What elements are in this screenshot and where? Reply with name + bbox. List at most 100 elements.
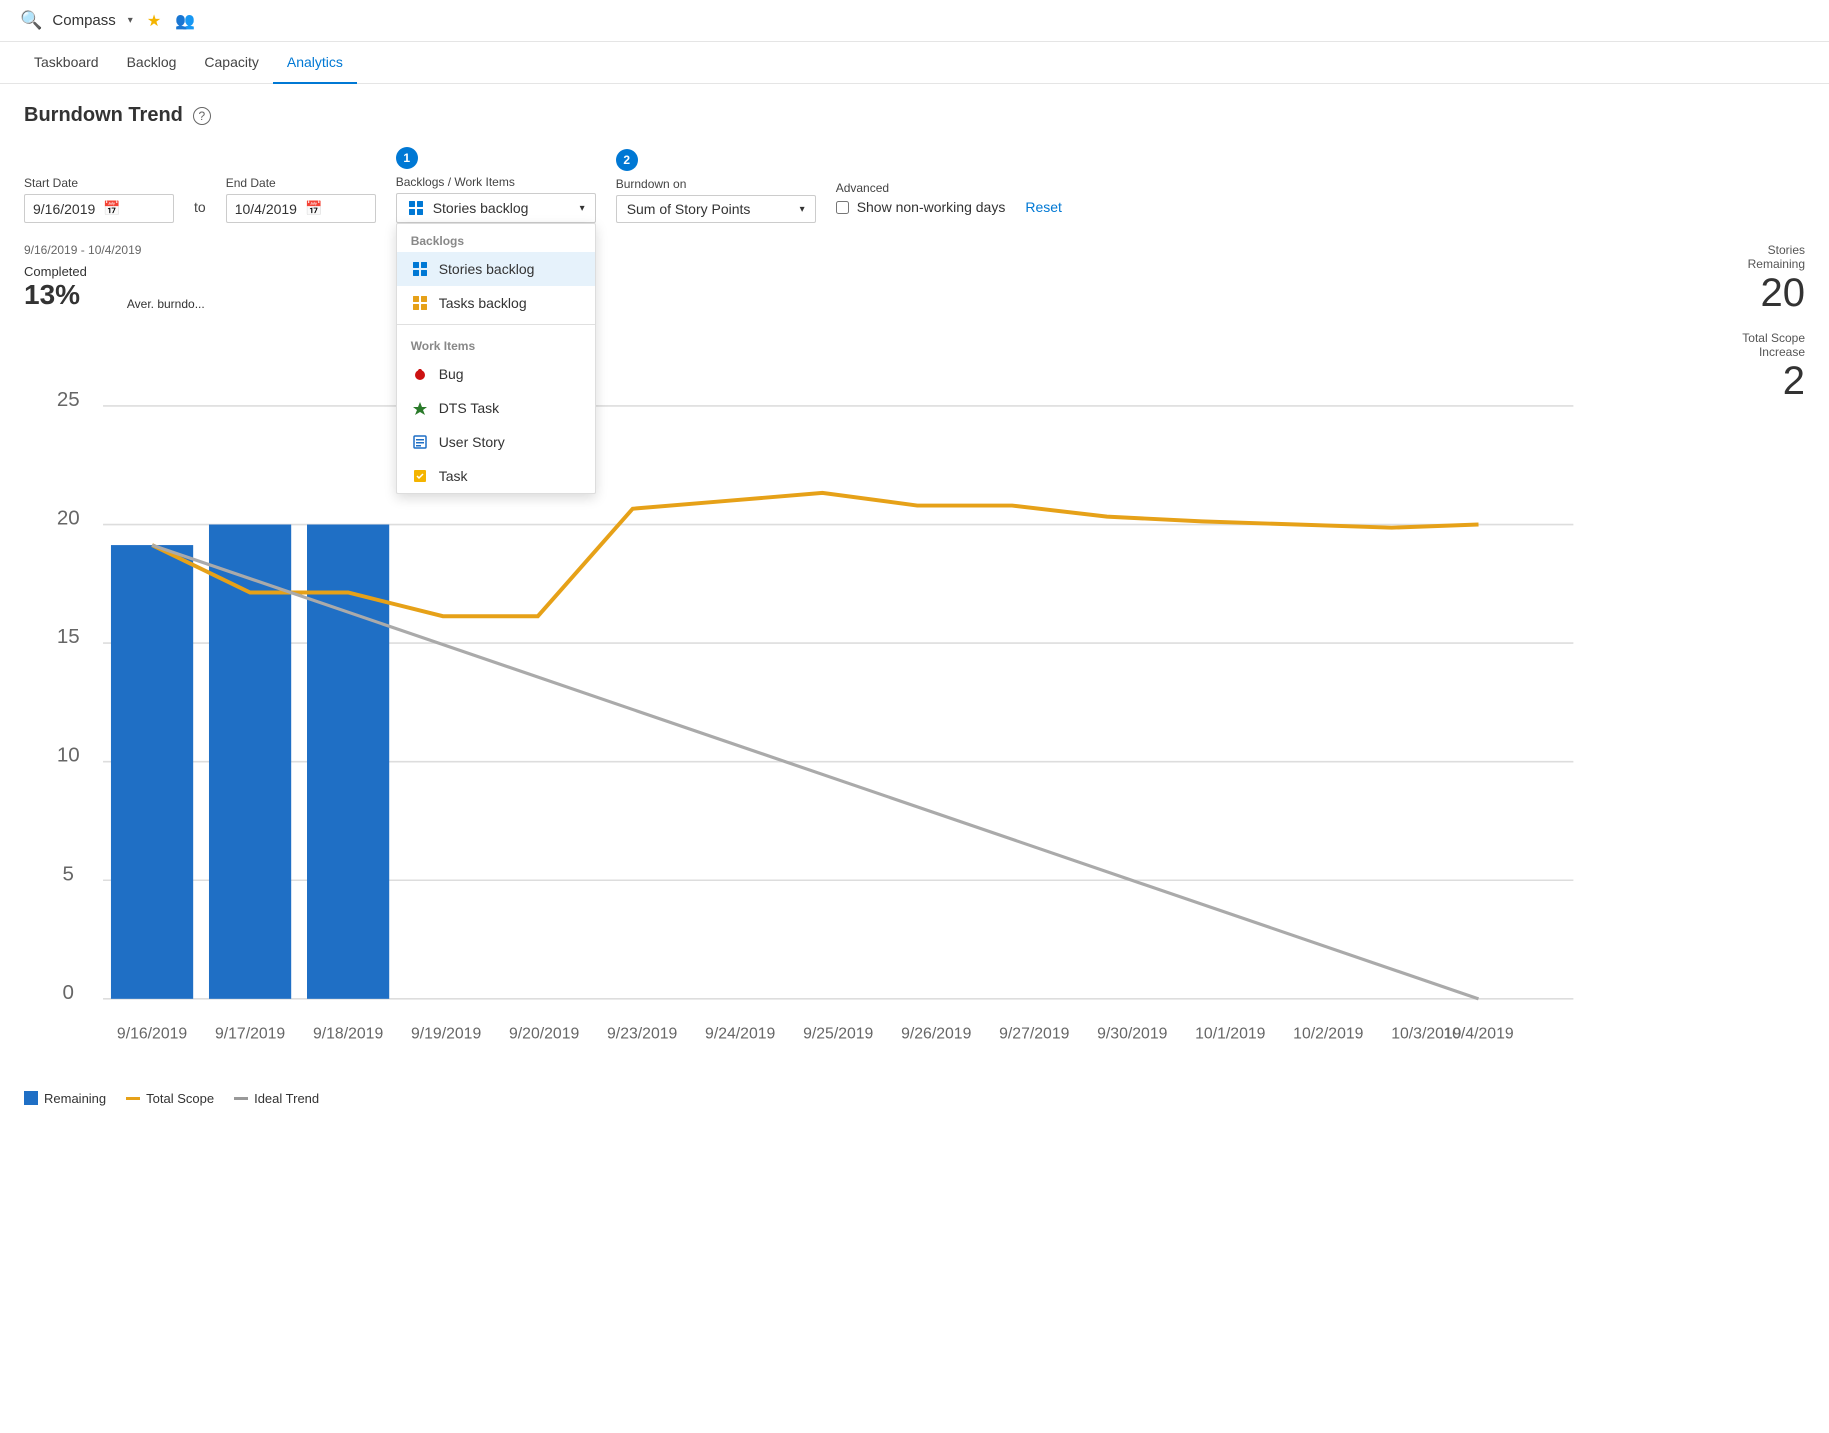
calendar-icon-end[interactable]: 📅 [305, 200, 367, 217]
burndown-on-dropdown[interactable]: Sum of Story Points ▾ [616, 195, 816, 223]
legend-remaining: Remaining [24, 1091, 106, 1106]
tasks-backlog-icon [411, 294, 429, 312]
user-icon[interactable]: 👥 [175, 11, 195, 31]
top-bar: 🔍 Compass ▾ ★ 👥 [0, 0, 1829, 42]
help-icon[interactable]: ? [193, 107, 211, 125]
start-date-label: Start Date [24, 176, 174, 190]
chart-stats: Stories Remaining 20 Total Scope Increas… [1625, 243, 1805, 1106]
app-name: Compass [52, 12, 115, 29]
show-nonworking-checkbox[interactable] [836, 201, 849, 214]
tab-backlog[interactable]: Backlog [113, 42, 191, 84]
stories-backlog-label: Stories backlog [439, 261, 535, 277]
task-icon [411, 467, 429, 485]
chart-area: 9/16/2019 - 10/4/2019 Completed 13% Aver… [24, 243, 1805, 1106]
chart-svg-container: 0 5 10 15 20 25 [24, 319, 1605, 1081]
dropdown-item-tasks-backlog[interactable]: Tasks backlog [397, 286, 595, 320]
svg-text:9/23/2019: 9/23/2019 [607, 1025, 677, 1042]
svg-text:9/26/2019: 9/26/2019 [901, 1025, 971, 1042]
dropdown-item-bug[interactable]: Bug [397, 357, 595, 391]
dropdown-item-task[interactable]: Task [397, 459, 595, 493]
svg-text:0: 0 [63, 981, 74, 1004]
user-story-icon [411, 433, 429, 451]
step2-badge: 2 [616, 149, 638, 171]
svg-text:10/1/2019: 10/1/2019 [1195, 1025, 1265, 1042]
nav-tabs: Taskboard Backlog Capacity Analytics [0, 42, 1829, 84]
svg-text:15: 15 [57, 625, 80, 648]
dropdown-divider [397, 324, 595, 325]
burndown-on-label: Burndown on [616, 177, 816, 191]
total-scope-block: Total Scope Increase 2 [1625, 331, 1805, 403]
chart-legend: Remaining Total Scope Ideal Trend [24, 1091, 1605, 1106]
chart-main: 9/16/2019 - 10/4/2019 Completed 13% Aver… [24, 243, 1605, 1106]
legend-ideal-trend: Ideal Trend [234, 1091, 319, 1106]
svg-text:9/24/2019: 9/24/2019 [705, 1025, 775, 1042]
dropdown-item-stories-backlog[interactable]: Stories backlog [397, 252, 595, 286]
dropdown-item-user-story[interactable]: User Story [397, 425, 595, 459]
legend-total-scope-label: Total Scope [146, 1091, 214, 1106]
svg-text:9/20/2019: 9/20/2019 [509, 1025, 579, 1042]
show-nonworking-label: Show non-working days [857, 199, 1006, 215]
stories-remaining-value: 20 [1625, 271, 1805, 315]
svg-text:25: 25 [57, 388, 80, 411]
burndown-on-value: Sum of Story Points [627, 201, 751, 217]
end-date-value: 10/4/2019 [235, 201, 297, 217]
chevron-icon[interactable]: ▾ [128, 15, 133, 26]
svg-text:9/16/2019: 9/16/2019 [117, 1025, 187, 1042]
bug-icon [411, 365, 429, 383]
total-scope-increase-label: Total Scope Increase [1625, 331, 1805, 359]
svg-text:9/19/2019: 9/19/2019 [411, 1025, 481, 1042]
legend-remaining-color [24, 1091, 38, 1105]
legend-ideal-trend-color [234, 1097, 248, 1100]
bar-9-17 [209, 525, 291, 999]
dts-task-label: DTS Task [439, 400, 499, 416]
start-date-group: Start Date 9/16/2019 📅 [24, 176, 174, 223]
svg-text:10/4/2019: 10/4/2019 [1443, 1025, 1513, 1042]
svg-text:10: 10 [57, 744, 80, 767]
end-date-group: End Date 10/4/2019 📅 [226, 176, 376, 223]
dropdown-item-dts-task[interactable]: DTS Task [397, 391, 595, 425]
work-items-section-label: Work Items [397, 329, 595, 357]
svg-text:9/17/2019: 9/17/2019 [215, 1025, 285, 1042]
backlog-grid-icon [407, 199, 425, 217]
backlogs-dropdown-btn[interactable]: Stories backlog ▾ [396, 193, 596, 223]
backlogs-chevron-icon: ▾ [580, 203, 585, 214]
bug-label: Bug [439, 366, 464, 382]
stories-remaining-label: Stories Remaining [1625, 243, 1805, 271]
backlogs-dropdown-wrapper: Stories backlog ▾ Backlogs [396, 193, 596, 223]
calendar-icon-start[interactable]: 📅 [103, 200, 165, 217]
tab-taskboard[interactable]: Taskboard [20, 42, 113, 84]
controls-row: Start Date 9/16/2019 📅 to End Date 10/4/… [24, 147, 1805, 223]
end-date-input[interactable]: 10/4/2019 📅 [226, 194, 376, 223]
app-icon: 🔍 [20, 10, 42, 31]
star-icon[interactable]: ★ [147, 11, 161, 31]
show-nonworking-group: Show non-working days [836, 199, 1006, 223]
bar-9-18 [307, 525, 389, 999]
svg-text:20: 20 [57, 507, 80, 530]
advanced-control: Advanced Show non-working days [836, 181, 1006, 223]
task-label: Task [439, 468, 468, 484]
end-date-label: End Date [226, 176, 376, 190]
dts-task-icon [411, 399, 429, 417]
tab-capacity[interactable]: Capacity [190, 42, 272, 84]
tab-analytics[interactable]: Analytics [273, 42, 357, 84]
legend-remaining-label: Remaining [44, 1091, 106, 1106]
reset-button[interactable]: Reset [1025, 199, 1062, 223]
backlogs-section-label: Backlogs [397, 224, 595, 252]
svg-text:10/2/2019: 10/2/2019 [1293, 1025, 1363, 1042]
total-scope-value: 2 [1625, 359, 1805, 403]
chart-svg: 0 5 10 15 20 25 [24, 319, 1605, 1078]
svg-text:9/18/2019: 9/18/2019 [313, 1025, 383, 1042]
tasks-backlog-label: Tasks backlog [439, 295, 527, 311]
avg-burndown-label: Aver. burndo... [127, 297, 205, 311]
svg-text:5: 5 [63, 862, 74, 885]
legend-ideal-trend-label: Ideal Trend [254, 1091, 319, 1106]
start-date-input[interactable]: 9/16/2019 📅 [24, 194, 174, 223]
legend-total-scope: Total Scope [126, 1091, 214, 1106]
start-date-value: 9/16/2019 [33, 201, 95, 217]
legend-total-scope-color [126, 1097, 140, 1100]
advanced-label: Advanced [836, 181, 1006, 195]
step1-badge: 1 [396, 147, 418, 169]
page-header: Burndown Trend ? [24, 104, 1805, 127]
user-story-label: User Story [439, 434, 505, 450]
svg-text:9/30/2019: 9/30/2019 [1097, 1025, 1167, 1042]
